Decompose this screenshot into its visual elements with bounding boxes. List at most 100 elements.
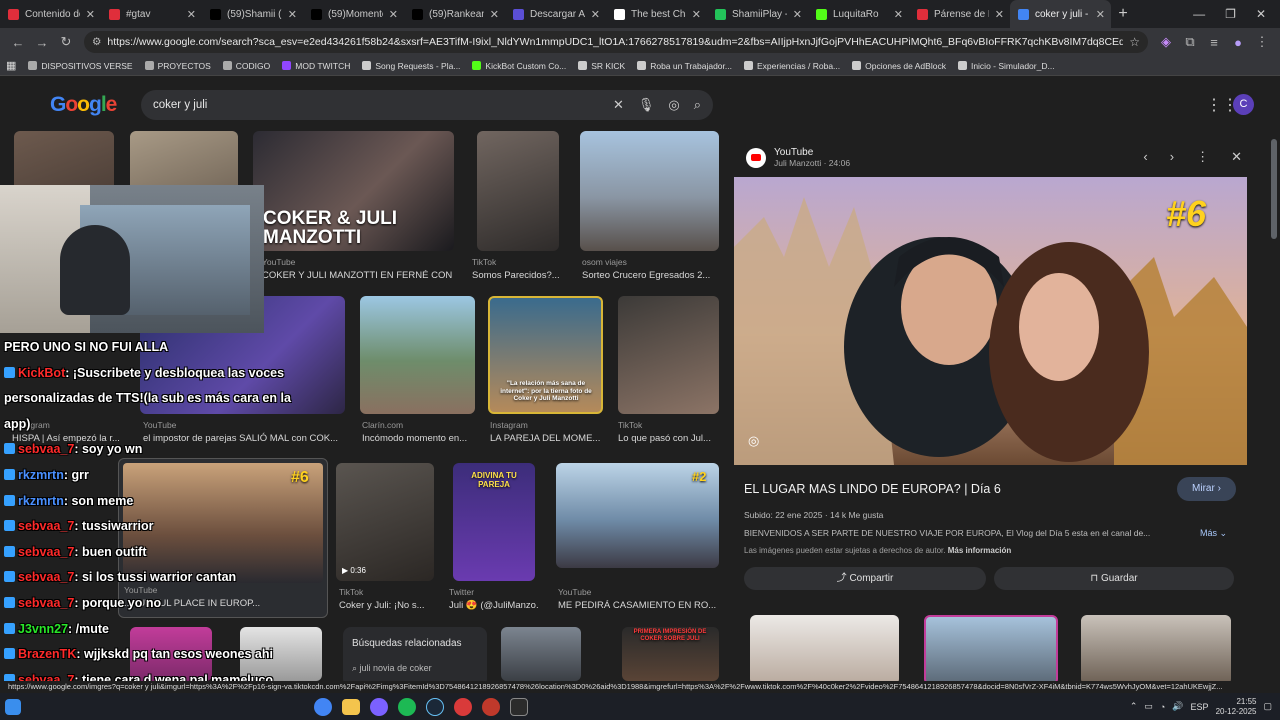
google-logo[interactable]: Google	[50, 93, 117, 117]
tab-close-icon[interactable]: ✕	[995, 8, 1004, 21]
related-searches[interactable]: Búsquedas relacionadas ⌕ juli novia de c…	[343, 627, 487, 687]
bookmark-item[interactable]: SR KICK	[578, 61, 625, 71]
result-image[interactable]: PRIMERA IMPRESIÓN DE COKER SOBRE JULI	[622, 627, 719, 681]
app2-taskbar-icon[interactable]	[482, 697, 500, 716]
language-indicator[interactable]: ESP	[1191, 702, 1209, 712]
extensions-puzzle-icon[interactable]: ⧉	[1178, 34, 1202, 50]
explorer-taskbar-icon[interactable]	[342, 698, 360, 715]
close-icon[interactable]: ✕	[1231, 149, 1242, 165]
result-image[interactable]	[130, 627, 212, 681]
tab-close-icon[interactable]: ✕	[86, 8, 95, 21]
more-button[interactable]: Más ⌄	[1200, 528, 1227, 539]
result-image[interactable]: COKER & JULI MANZOTTI	[253, 131, 454, 251]
window-close-icon[interactable]: ✕	[1256, 7, 1266, 21]
result-image[interactable]	[501, 627, 581, 681]
bookmark-item[interactable]: Roba un Trabajador...	[637, 61, 732, 71]
bookmark-item[interactable]: CODIGO	[222, 61, 270, 71]
more-info-link[interactable]: Más información	[948, 546, 1012, 555]
volume-icon[interactable]: 🔊	[1172, 701, 1183, 712]
panel-channel[interactable]: YouTube	[774, 147, 850, 158]
result-caption[interactable]: Clarín.com Incómodo momento en...	[362, 420, 474, 444]
forward-icon[interactable]: →	[30, 35, 54, 50]
result-image[interactable]	[580, 131, 719, 251]
search-icon[interactable]: ⌕	[694, 97, 701, 113]
result-image[interactable]	[618, 296, 719, 414]
browser-tab[interactable]: ShamiiPlay - W ✕	[707, 0, 808, 28]
new-tab-button[interactable]: +	[1111, 5, 1135, 23]
watch-button[interactable]: Mirar ›	[1177, 477, 1236, 501]
maximize-icon[interactable]: ❐	[1225, 7, 1236, 21]
related-search-item[interactable]: ⌕ juli novia de coker	[352, 663, 478, 674]
save-button[interactable]: ⊓ Guardar	[994, 567, 1234, 590]
browser-tab[interactable]: #gtav ✕	[101, 0, 202, 28]
bookmark-item[interactable]: Experiencias / Roba...	[743, 61, 840, 71]
tab-close-icon[interactable]: ✕	[793, 8, 802, 21]
bookmark-item[interactable]: PROYECTOS	[144, 61, 211, 71]
result-caption[interactable]: TikTok Coker y Juli: ¡No s...	[339, 587, 439, 611]
result-image[interactable]	[360, 296, 475, 414]
address-url[interactable]: https://www.google.com/search?sca_esv=e2…	[107, 36, 1123, 48]
share-button[interactable]: ⤴ Compartir	[744, 567, 986, 590]
browser-tab[interactable]: The best ChatG ✕	[606, 0, 707, 28]
result-caption[interactable]: osom viajes Sorteo Crucero Egresados 2...	[582, 257, 718, 281]
bookmark-item[interactable]: DISPOSITIVOS VERSE	[28, 61, 133, 71]
bookmark-item[interactable]: Song Requests - Pla...	[362, 61, 460, 71]
app-taskbar-icon[interactable]	[370, 697, 388, 716]
site-info-icon[interactable]: ⚙	[92, 36, 101, 48]
lens-search-icon[interactable]: ◎	[748, 433, 759, 449]
start-icon[interactable]	[5, 698, 21, 715]
browser-tab[interactable]: (59)Momento ✕	[303, 0, 404, 28]
result-caption[interactable]: Instagram LA PAREJA DEL MOME...	[490, 420, 604, 444]
page-scrollbar[interactable]	[1271, 139, 1277, 239]
address-bar[interactable]: ⚙ https://www.google.com/search?sca_esv=…	[84, 31, 1148, 53]
browser-tab[interactable]: coker y juli - B ✕	[1010, 0, 1111, 28]
app3-taskbar-icon[interactable]	[510, 697, 528, 716]
result-image[interactable]	[477, 131, 559, 251]
tab-close-icon[interactable]: ✕	[1096, 8, 1105, 21]
chrome-taskbar-icon[interactable]	[314, 697, 332, 716]
voice-search-icon[interactable]: 🎙	[638, 97, 655, 113]
profile-icon[interactable]: ●	[1226, 35, 1250, 50]
battery-icon[interactable]: ▭	[1144, 701, 1153, 712]
related-image[interactable]	[750, 615, 899, 685]
search-box[interactable]: coker y juli ✕ 🎙 ◎ ⌕	[141, 90, 713, 120]
media-control-icon[interactable]: ≡	[1202, 35, 1226, 50]
result-image[interactable]	[240, 627, 322, 681]
result-image[interactable]: ADIVINA TU PAREJA	[453, 463, 535, 581]
browser-tab[interactable]: (59)Rankeand ✕	[404, 0, 505, 28]
bookmark-item[interactable]: Inicio - Simulador_D...	[957, 61, 1055, 71]
result-caption[interactable]: Instagram HISPA | Así empezó la r...	[12, 420, 137, 444]
previous-icon[interactable]: ‹	[1143, 149, 1147, 165]
tab-close-icon[interactable]: ✕	[389, 8, 398, 21]
result-caption[interactable]: YouTube el impostor de parejas SALIÓ MAL …	[143, 420, 343, 444]
reload-icon[interactable]: ↻	[54, 34, 78, 50]
bookmark-star-icon[interactable]: ☆	[1129, 35, 1140, 49]
bookmark-item[interactable]: MOD TWITCH	[282, 61, 350, 71]
result-caption[interactable]: TikTok Lo que pasó con Jul...	[618, 420, 718, 444]
tab-close-icon[interactable]: ✕	[894, 8, 903, 21]
obs-taskbar-icon[interactable]	[454, 697, 472, 716]
back-icon[interactable]: ←	[6, 35, 30, 50]
tab-close-icon[interactable]: ✕	[692, 8, 701, 21]
browser-tab[interactable]: Párense de Ma ✕	[909, 0, 1010, 28]
menu-icon[interactable]: ⋮	[1250, 34, 1274, 50]
result-caption[interactable]: YouTube ...AUTIFUL PLACE IN EUROP...	[124, 585, 324, 609]
bookmark-item[interactable]: Opciones de AdBlock	[852, 61, 946, 71]
result-caption[interactable]: YouTube ME PEDIRÁ CASAMIENTO EN RO...	[558, 587, 718, 611]
related-image[interactable]	[924, 615, 1058, 685]
next-icon[interactable]: ›	[1170, 149, 1174, 165]
tab-close-icon[interactable]: ✕	[288, 8, 297, 21]
bookmark-item[interactable]: KickBot Custom Co...	[472, 61, 566, 71]
extension-icon[interactable]: ◈	[1154, 34, 1178, 50]
result-caption[interactable]: YouTube COKER Y JULI MANZOTTI EN FERNÉ CO…	[262, 257, 452, 281]
browser-tab[interactable]: Contenido del ✕	[0, 0, 101, 28]
panel-hero-image[interactable]: #6 ◎	[734, 177, 1247, 465]
network-icon[interactable]: ◔	[1160, 702, 1165, 712]
notification-icon[interactable]: ▢	[1263, 701, 1272, 712]
result-caption[interactable]: TikTok Somos Parecidos?...	[472, 257, 572, 281]
steam-taskbar-icon[interactable]	[426, 697, 444, 716]
spotify-taskbar-icon[interactable]	[398, 697, 416, 716]
browser-tab[interactable]: LuquitaRo ✕	[808, 0, 909, 28]
apps-grid-icon[interactable]: ▦	[6, 59, 16, 72]
tray-chevron-icon[interactable]: ⌃	[1130, 701, 1138, 712]
